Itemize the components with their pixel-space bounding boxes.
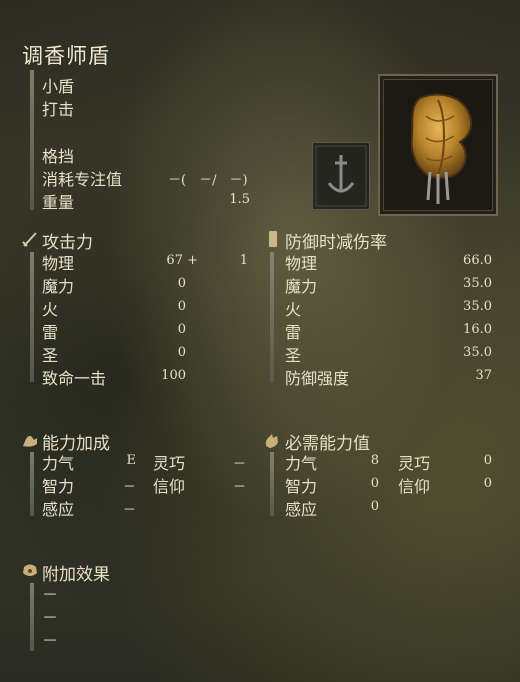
weight-label: 重量	[42, 193, 75, 212]
guard-row-value: 66.0	[463, 253, 492, 268]
guard-row-value: 35.0	[463, 299, 492, 314]
scaling-int-value: －	[122, 480, 136, 495]
guard-divider	[270, 252, 274, 382]
attack-row-value: 100	[161, 368, 186, 383]
passive-effect: －	[42, 608, 59, 627]
attack-row-value: 0	[177, 276, 186, 291]
scaling-int-label: 智力	[42, 477, 75, 496]
req-dex-label: 灵巧	[398, 454, 431, 473]
req-fai-value: 0	[483, 476, 492, 491]
scaling-fai-value: －	[232, 480, 246, 495]
scaling-dex-value: －	[232, 457, 246, 472]
guard-row-value: 37	[475, 368, 492, 383]
req-arc-label: 感应	[285, 500, 318, 519]
shield-icon	[266, 229, 280, 249]
damage-type: 打击	[42, 100, 75, 119]
attack-row-value: 0	[177, 299, 186, 314]
req-int-value: 0	[370, 476, 379, 491]
weapon-type: 小盾	[42, 77, 75, 96]
passive-effect: －	[42, 585, 59, 604]
req-fai-label: 信仰	[398, 477, 431, 496]
req-str-label: 力气	[285, 454, 318, 473]
guard-row-value: 35.0	[463, 345, 492, 360]
scaling-str-label: 力气	[42, 454, 75, 473]
passive-effect: －	[42, 631, 59, 650]
scaling-arc-label: 感应	[42, 500, 75, 519]
scaling-divider	[30, 452, 34, 516]
skill-name: 格挡	[42, 147, 75, 166]
attack-row-extra: 1	[239, 253, 248, 268]
effect-icon	[20, 561, 40, 581]
guard-row-label: 雷	[285, 323, 302, 342]
requirements-divider	[270, 452, 274, 516]
item-name: 调香师盾	[22, 44, 110, 68]
sword-stance-icon	[312, 142, 370, 210]
attack-row-label: 致命一击	[42, 369, 107, 388]
attack-row-label: 雷	[42, 323, 59, 342]
guard-row-label: 圣	[285, 346, 302, 365]
perfumer-shield-icon	[410, 93, 472, 204]
guard-row-label: 魔力	[285, 277, 318, 296]
attack-row-label: 物理	[42, 254, 75, 273]
guard-row-value: 35.0	[463, 276, 492, 291]
attack-divider	[30, 252, 34, 382]
attack-row-label: 魔力	[42, 277, 75, 296]
attack-row-label: 圣	[42, 346, 59, 365]
attack-row-label: 火	[42, 300, 59, 319]
req-dex-value: 0	[483, 453, 492, 468]
fp-cost-value: －( －/ －)	[168, 173, 248, 188]
flexed-arm-icon	[20, 430, 40, 450]
req-int-label: 智力	[285, 477, 318, 496]
hand-icon	[262, 430, 282, 450]
sword-icon	[20, 229, 40, 249]
attack-row-value: 67 +	[166, 253, 198, 268]
guard-row-label: 防御强度	[285, 369, 350, 388]
scaling-str-value: E	[126, 453, 137, 468]
item-image-frame	[378, 74, 498, 216]
fp-cost-label: 消耗专注值	[42, 170, 123, 189]
guard-row-label: 火	[285, 300, 302, 319]
scaling-dex-label: 灵巧	[153, 454, 186, 473]
weight-value: 1.5	[229, 192, 250, 207]
req-str-value: 8	[370, 453, 379, 468]
guard-row-label: 物理	[285, 254, 318, 273]
attack-row-value: 0	[177, 322, 186, 337]
scaling-fai-label: 信仰	[153, 477, 186, 496]
attack-row-value: 0	[177, 345, 186, 360]
guard-row-value: 16.0	[463, 322, 492, 337]
info-divider	[30, 70, 34, 210]
passive-divider	[30, 583, 34, 651]
scaling-arc-value: －	[122, 503, 136, 518]
req-arc-value: 0	[370, 499, 379, 514]
